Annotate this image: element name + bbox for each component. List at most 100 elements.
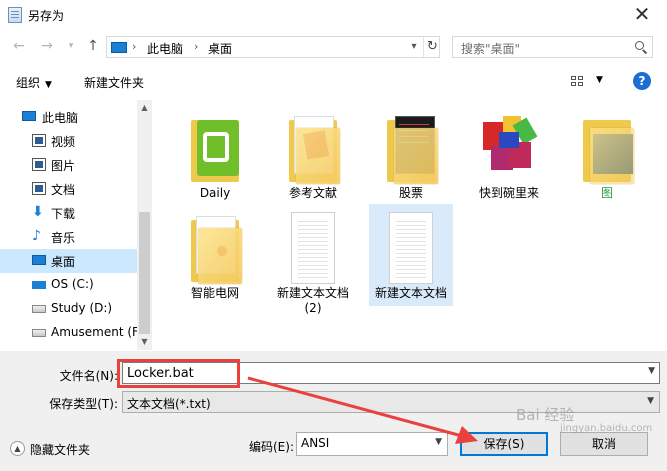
sidebar-item-pictures[interactable]: 图片 bbox=[0, 153, 137, 177]
sidebar-item-drive-c[interactable]: OS (C:) bbox=[0, 273, 137, 297]
address-bar[interactable]: › 此电脑 › 桌面 ▾ ↻ bbox=[106, 36, 440, 58]
file-name: 参考文献 bbox=[288, 186, 337, 200]
download-icon: ⬇ bbox=[32, 204, 44, 220]
sidebar-item-videos[interactable]: 视频 bbox=[0, 129, 137, 153]
organize-label: 组织 bbox=[16, 76, 41, 90]
sidebar-item-label: 文档 bbox=[51, 183, 76, 197]
watermark-url: jingyan.baidu.com bbox=[560, 423, 653, 434]
window-title: 另存为 bbox=[28, 9, 65, 23]
sidebar-item-drive-d[interactable]: Study (D:) bbox=[0, 297, 137, 321]
windows-drive-icon bbox=[32, 281, 46, 289]
notepad-icon bbox=[8, 7, 22, 23]
folder-icon bbox=[271, 106, 355, 186]
file-name: 新建文本文档 bbox=[374, 286, 447, 300]
back-arrow-icon[interactable]: ← bbox=[10, 37, 28, 55]
text-document-icon bbox=[369, 206, 453, 286]
chevron-down-icon[interactable]: ▼ bbox=[435, 437, 442, 447]
file-name-suffix: (2) bbox=[304, 301, 322, 315]
chevron-down-icon[interactable]: ▼ bbox=[648, 366, 655, 376]
new-folder-button[interactable]: 新建文件夹 bbox=[84, 74, 144, 91]
up-arrow-icon[interactable]: ↑ bbox=[84, 37, 102, 55]
recent-locations-chevron-icon[interactable]: ▾ bbox=[62, 37, 80, 55]
video-icon bbox=[32, 134, 46, 147]
sidebar-item-label: 视频 bbox=[51, 135, 76, 149]
sidebar-item-desktop[interactable]: 桌面 bbox=[0, 249, 137, 273]
breadcrumb-separator[interactable]: › bbox=[194, 40, 198, 53]
desktop-icon bbox=[32, 255, 46, 265]
address-history-chevron-icon[interactable]: ▾ bbox=[405, 39, 423, 55]
breadcrumb-separator[interactable]: › bbox=[132, 40, 136, 53]
file-name: 新建文本文档 bbox=[276, 286, 349, 300]
encoding-label: 编码(E): bbox=[249, 440, 294, 454]
encoding-select[interactable]: ANSI ▼ bbox=[296, 432, 448, 456]
folder-icon bbox=[369, 106, 453, 186]
sidebar-item-label: OS (C:) bbox=[51, 277, 94, 291]
filetype-value[interactable]: 文本文档(*.txt) bbox=[127, 395, 211, 412]
sidebar-item-label: 图片 bbox=[51, 159, 76, 173]
encoding-value[interactable]: ANSI bbox=[301, 436, 329, 450]
text-document-icon bbox=[271, 206, 355, 286]
computer-icon bbox=[22, 111, 36, 121]
breadcrumb-this-pc[interactable]: 此电脑 bbox=[147, 40, 183, 57]
file-name: 图 bbox=[600, 186, 613, 200]
sidebar-item-label: 音乐 bbox=[51, 231, 76, 245]
filename-label: 文件名(N): bbox=[59, 369, 118, 383]
save-button[interactable]: 保存(S) bbox=[460, 432, 548, 456]
cancel-button[interactable]: 取消 bbox=[560, 432, 648, 456]
sidebar-item-documents[interactable]: 文档 bbox=[0, 177, 137, 201]
blocks-app-icon bbox=[467, 106, 551, 186]
refresh-icon[interactable]: ↻ bbox=[423, 37, 441, 57]
title-bar: 另存为 ✕ bbox=[0, 0, 667, 30]
chevron-down-icon: ▼ bbox=[45, 80, 52, 90]
file-name: Daily bbox=[199, 186, 231, 200]
sidebar-item-label: 此电脑 bbox=[42, 111, 79, 125]
file-view: Daily 参考文献 股票 快到碗里来 图 智能电网 新建文本文档 (2) 新建… bbox=[155, 100, 667, 350]
breadcrumb-desktop[interactable]: 桌面 bbox=[208, 40, 232, 57]
drive-icon bbox=[32, 305, 46, 313]
file-item[interactable]: 参考文献 bbox=[271, 106, 355, 201]
view-mode-icon[interactable] bbox=[571, 76, 584, 87]
computer-icon bbox=[111, 42, 127, 53]
sidebar-item-music[interactable]: ♪ 音乐 bbox=[0, 225, 137, 249]
help-icon[interactable]: ? bbox=[633, 72, 651, 90]
scroll-down-icon[interactable]: ▼ bbox=[137, 334, 152, 350]
folder-icon bbox=[173, 206, 257, 286]
scroll-up-icon[interactable]: ▲ bbox=[137, 100, 152, 116]
file-item[interactable]: 新建文本文档 (2) bbox=[271, 206, 355, 316]
file-item[interactable]: 新建文本文档 bbox=[369, 204, 453, 306]
pictures-icon bbox=[32, 158, 46, 171]
file-name: 股票 bbox=[398, 186, 423, 200]
forward-arrow-icon[interactable]: → bbox=[38, 37, 56, 55]
filetype-label: 保存类型(T): bbox=[49, 397, 118, 411]
file-item[interactable]: 图 bbox=[565, 106, 649, 201]
file-name: 快到碗里来 bbox=[478, 186, 539, 200]
search-icon[interactable] bbox=[635, 41, 644, 50]
music-icon: ♪ bbox=[32, 228, 41, 244]
search-box[interactable]: 搜索"桌面" bbox=[452, 36, 653, 58]
folder-icon bbox=[565, 106, 649, 186]
sidebar-item-this-pc[interactable]: 此电脑 bbox=[0, 105, 137, 129]
sidebar-item-label: 桌面 bbox=[51, 255, 76, 269]
hide-folders-label[interactable]: 隐藏文件夹 bbox=[30, 441, 90, 458]
chevron-down-icon[interactable]: ▼ bbox=[647, 396, 654, 406]
sidebar-item-label: 下载 bbox=[51, 207, 76, 221]
file-item[interactable]: 智能电网 bbox=[173, 206, 257, 301]
organize-menu[interactable]: 组织 ▼ bbox=[16, 74, 52, 91]
sidebar-item-drive-f[interactable]: Amusement (F bbox=[0, 321, 139, 345]
sidebar-item-downloads[interactable]: ⬇ 下载 bbox=[0, 201, 137, 225]
chevron-up-icon[interactable]: ▲ bbox=[10, 441, 25, 456]
file-item[interactable]: Daily bbox=[173, 106, 257, 201]
scrollbar-thumb[interactable] bbox=[139, 212, 150, 334]
file-name: 智能电网 bbox=[190, 286, 239, 300]
close-button[interactable]: ✕ bbox=[627, 2, 657, 26]
file-item[interactable]: 快到碗里来 bbox=[467, 106, 551, 201]
toolbar: 组织 ▼ 新建文件夹 ▼ ? bbox=[0, 68, 667, 96]
view-options-chevron-icon[interactable]: ▼ bbox=[596, 75, 603, 85]
navigation-bar: ← → ▾ ↑ › 此电脑 › 桌面 ▾ ↻ 搜索"桌面" bbox=[0, 33, 667, 61]
sidebar-scrollbar[interactable]: ▲ ▼ bbox=[137, 100, 152, 350]
file-item[interactable]: 股票 bbox=[369, 106, 453, 201]
watermark: Bai 经验 bbox=[516, 406, 575, 424]
sidebar-item-label: Study (D:) bbox=[51, 301, 113, 315]
filetype-select[interactable]: 文本文档(*.txt) ▼ bbox=[122, 391, 660, 413]
search-placeholder[interactable]: 搜索"桌面" bbox=[461, 40, 520, 57]
